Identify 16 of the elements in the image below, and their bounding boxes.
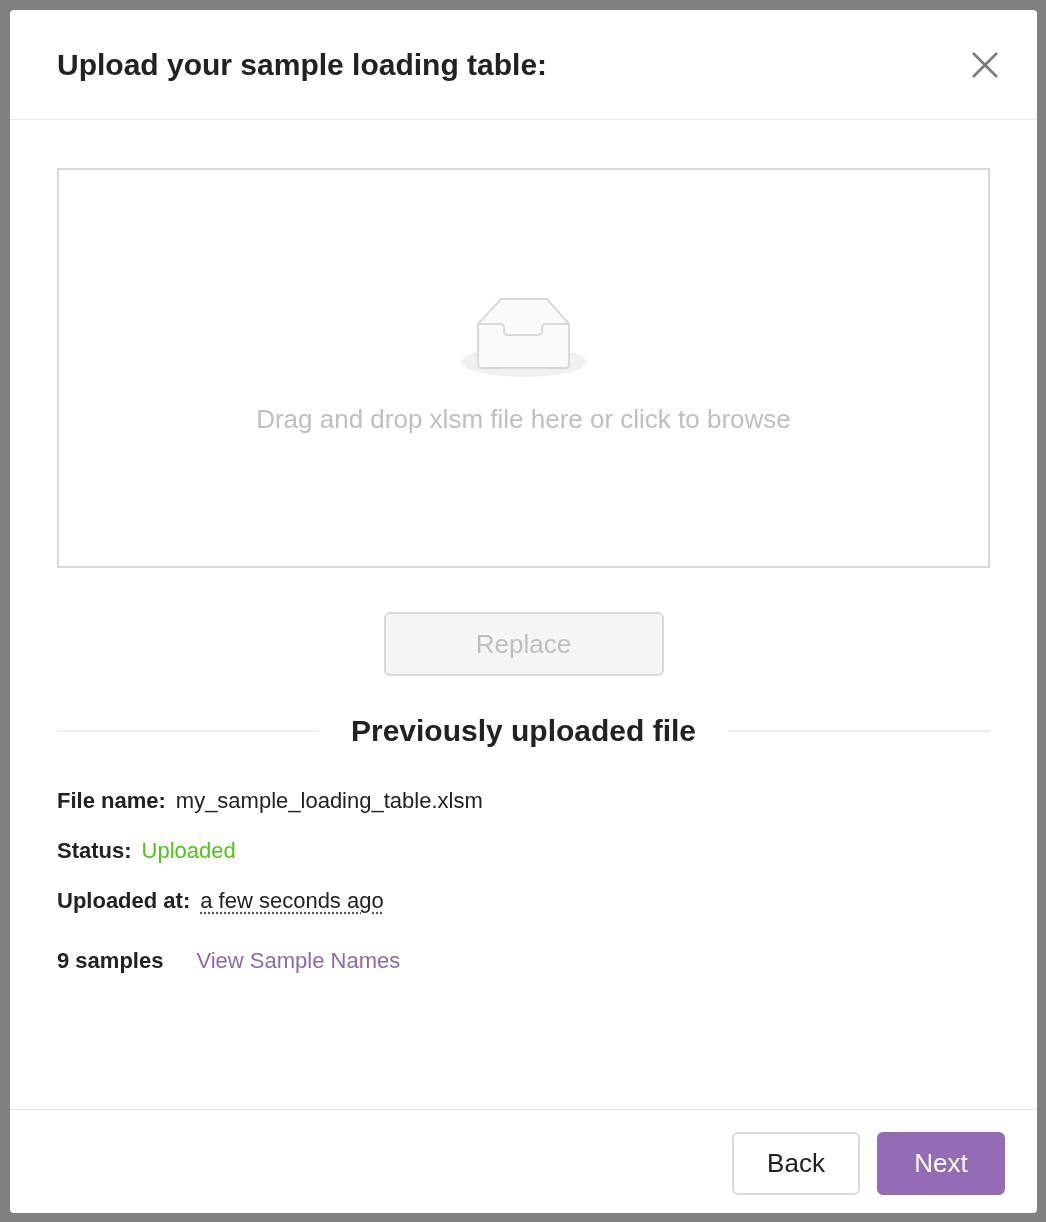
- field-label: Status:: [57, 838, 132, 864]
- dialog-title: Upload your sample loading table:: [57, 47, 548, 82]
- section-heading: Previously uploaded file: [350, 714, 697, 748]
- field-label: Uploaded at:: [57, 888, 191, 914]
- next-button[interactable]: Next: [877, 1132, 1005, 1195]
- field-value: my_sample_loading_table.xlsm: [175, 788, 483, 814]
- close-button[interactable]: [971, 50, 999, 79]
- sample-count: 9 samples: [57, 948, 164, 974]
- close-icon: [971, 50, 999, 79]
- status-text: Uploaded: [141, 838, 236, 864]
- field-label: File name:: [57, 788, 166, 814]
- dropzone-hint: Drag and drop xlsm file here or click to browse: [256, 404, 791, 435]
- back-button[interactable]: Back: [732, 1132, 860, 1195]
- view-samples-link[interactable]: View Sample Names: [196, 948, 401, 974]
- timestamp: a few seconds ago: [200, 888, 384, 914]
- inbox-tray-icon: [460, 298, 587, 378]
